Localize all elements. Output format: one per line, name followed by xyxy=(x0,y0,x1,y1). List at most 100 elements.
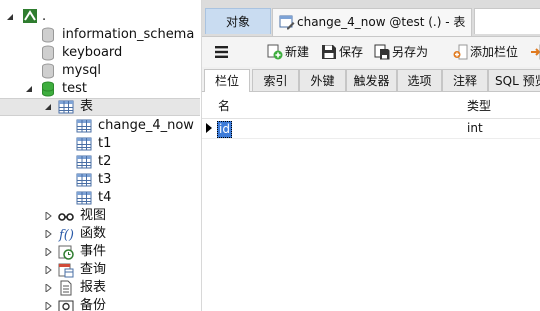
connection-label: . xyxy=(42,9,47,24)
column-header-name[interactable]: 名 xyxy=(218,96,230,116)
backup-icon xyxy=(58,300,74,311)
view-glasses-icon xyxy=(58,213,74,221)
tab-foreign-keys[interactable]: 外键 xyxy=(299,69,346,91)
tree-table-item[interactable]: t1 xyxy=(0,135,200,153)
add-column-button[interactable]: 添加栏位 xyxy=(452,43,528,61)
tab-fields[interactable]: 栏位 xyxy=(204,69,250,92)
insert-column-icon xyxy=(531,44,540,60)
expanded-arrow-icon[interactable] xyxy=(6,13,14,21)
db-label: mysql xyxy=(62,63,101,78)
tree-connection-root[interactable]: . xyxy=(0,8,200,26)
tree-table-item[interactable]: change_4_now xyxy=(0,117,200,135)
folder-label: 表 xyxy=(80,99,94,114)
tree-db-mysql[interactable]: mysql xyxy=(0,62,200,80)
collapsed-arrow-icon[interactable] xyxy=(44,230,52,238)
insert-column-button[interactable] xyxy=(530,43,540,61)
save-as-label: 另存为 xyxy=(392,45,429,59)
table-icon xyxy=(76,119,92,133)
row-divider xyxy=(202,138,540,139)
save-as-icon xyxy=(374,44,390,60)
tab-options[interactable]: 选项 xyxy=(397,69,442,91)
field-name-cell[interactable]: id xyxy=(217,120,467,138)
query-icon xyxy=(58,263,74,278)
tables-folder-icon xyxy=(58,100,74,114)
new-button[interactable]: 新建 xyxy=(267,43,315,61)
event-clock-icon xyxy=(58,245,74,260)
tree-folder-events[interactable]: 事件 xyxy=(0,243,200,261)
tree-table-item[interactable]: t4 xyxy=(0,189,200,207)
db-label: test xyxy=(62,81,87,96)
column-header-type[interactable]: 类型 xyxy=(467,96,491,116)
tree-db-keyboard[interactable]: keyboard xyxy=(0,44,200,62)
expanded-arrow-icon[interactable] xyxy=(44,103,52,111)
navigation-tree: . information_schema keyboard mysql test xyxy=(0,0,201,311)
save-as-button[interactable]: 另存为 xyxy=(374,43,436,61)
table-icon xyxy=(76,191,92,205)
tree-table-item[interactable]: t2 xyxy=(0,153,200,171)
db-label: information_schema xyxy=(62,27,195,42)
table-label: t4 xyxy=(98,190,112,205)
tab-comment[interactable]: 注释 xyxy=(442,69,488,91)
expanded-arrow-icon[interactable] xyxy=(25,85,33,93)
collapsed-arrow-icon[interactable] xyxy=(44,302,52,310)
collapsed-arrow-icon[interactable] xyxy=(44,266,52,274)
db-label: keyboard xyxy=(62,45,123,60)
field-type-cell[interactable]: int xyxy=(467,121,483,136)
tree-folder-tables[interactable]: 表 xyxy=(0,98,200,116)
add-column-icon xyxy=(453,44,468,60)
table-label: t2 xyxy=(98,154,112,169)
tab-title: change_4_now @test (.) - 表 xyxy=(297,15,466,29)
tab-objects[interactable]: 对象 xyxy=(205,8,271,34)
collapsed-arrow-icon[interactable] xyxy=(44,284,52,292)
report-icon xyxy=(60,280,72,296)
menu-button[interactable] xyxy=(214,43,234,61)
function-fx-icon: f() xyxy=(58,228,74,242)
table-label: change_4_now xyxy=(98,118,194,133)
database-open-icon xyxy=(42,81,54,97)
tab-bar: 对象 change_4_now @test (.) - 表 xyxy=(202,0,540,37)
toolbar: 新建 保存 另存为 添加栏位 xyxy=(202,37,540,67)
save-button[interactable]: 保存 xyxy=(321,43,369,61)
add-column-label: 添加栏位 xyxy=(470,45,519,59)
tree-db-test[interactable]: test xyxy=(0,80,200,98)
folder-label: 查询 xyxy=(80,262,107,277)
tree-folder-functions[interactable]: f() 函数 xyxy=(0,225,200,243)
save-label: 保存 xyxy=(339,45,364,59)
svg-text:f(): f() xyxy=(58,228,74,242)
tree-table-item[interactable]: t3 xyxy=(0,171,200,189)
tab-indexes[interactable]: 索引 xyxy=(252,69,299,91)
tree-folder-reports[interactable]: 报表 xyxy=(0,279,200,297)
tree-folder-queries[interactable]: 查询 xyxy=(0,261,200,279)
header-divider xyxy=(202,118,540,119)
new-plus-icon xyxy=(267,44,283,60)
table-icon xyxy=(76,137,92,151)
database-icon xyxy=(42,27,54,43)
fields-grid: 名 类型 id int xyxy=(202,92,540,311)
tab-triggers[interactable]: 触发器 xyxy=(346,69,397,91)
save-disk-icon xyxy=(322,45,336,59)
field-name-value[interactable]: id xyxy=(217,121,232,138)
tree-db-information-schema[interactable]: information_schema xyxy=(0,26,200,44)
folder-label: 视图 xyxy=(80,208,107,223)
folder-label: 报表 xyxy=(80,280,107,295)
designer-tabs: 栏位 索引 外键 触发器 选项 注释 SQL 预览 xyxy=(202,67,540,92)
tab-blank[interactable] xyxy=(474,8,540,34)
current-row-marker-icon xyxy=(206,123,212,133)
tree-folder-backups[interactable]: 备份 xyxy=(0,297,200,311)
tab-table-design[interactable]: change_4_now @test (.) - 表 xyxy=(272,8,472,36)
table-icon xyxy=(76,173,92,187)
database-icon xyxy=(42,45,54,61)
connection-icon xyxy=(23,9,37,23)
folder-label: 事件 xyxy=(80,244,107,259)
collapsed-arrow-icon[interactable] xyxy=(44,212,52,220)
hamburger-menu-icon xyxy=(215,46,228,58)
tab-sql-preview[interactable]: SQL 预览 xyxy=(488,69,540,91)
folder-label: 函数 xyxy=(80,226,107,241)
table-label: t1 xyxy=(98,136,112,151)
table-label: t3 xyxy=(98,172,112,187)
folder-label: 备份 xyxy=(80,298,107,311)
database-icon xyxy=(42,63,54,79)
collapsed-arrow-icon[interactable] xyxy=(44,248,52,256)
table-icon xyxy=(76,155,92,169)
tree-folder-views[interactable]: 视图 xyxy=(0,207,200,225)
